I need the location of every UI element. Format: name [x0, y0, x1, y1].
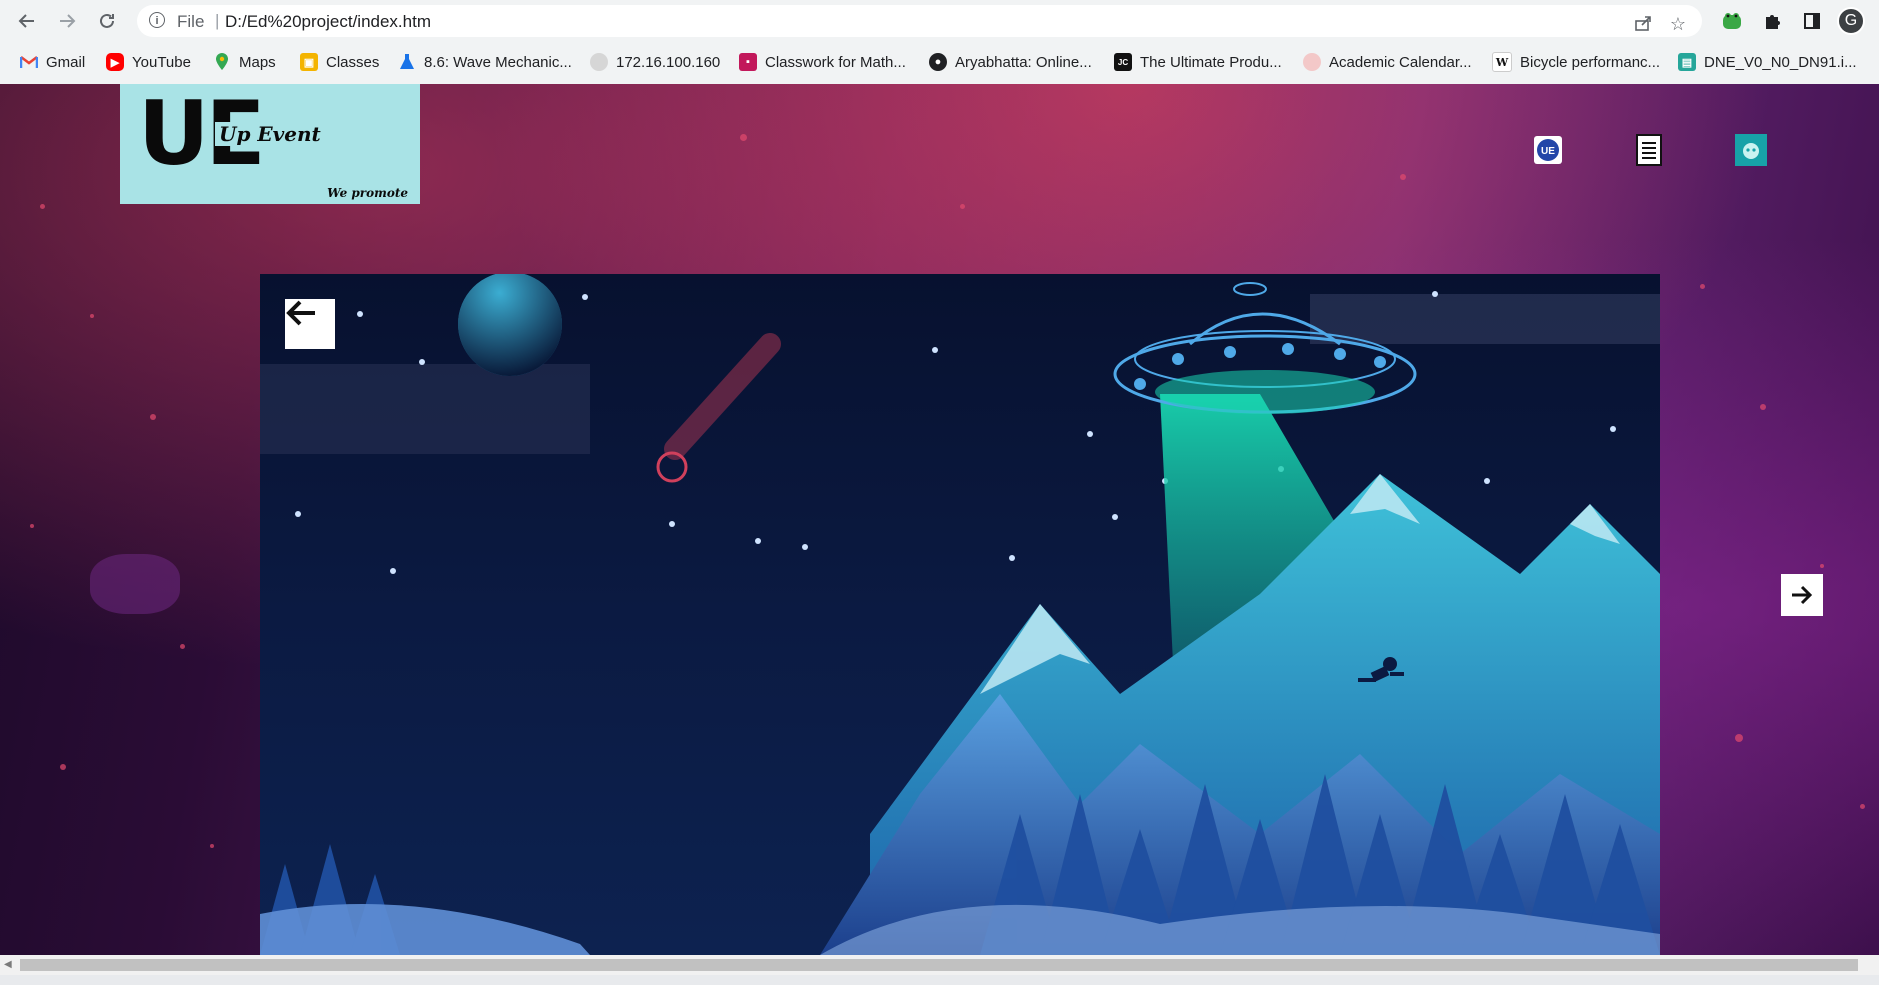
carousel-next-button[interactable]: [1781, 574, 1823, 616]
site-logo[interactable]: UE Up Event We promote: [120, 84, 420, 204]
background-speck: [1860, 804, 1865, 809]
bookmark-bicycle-performance[interactable]: W Bicycle performanc...: [1492, 51, 1660, 73]
svg-text:UE: UE: [1541, 146, 1555, 157]
background-speck: [740, 134, 747, 141]
star-icon[interactable]: ☆: [1667, 13, 1689, 35]
bookmark-gmail[interactable]: Gmail: [20, 51, 85, 73]
background-speck: [60, 764, 66, 770]
reload-icon[interactable]: [94, 8, 120, 34]
bookmark-dne-document[interactable]: ▤ DNE_V0_N0_DN91.i...: [1678, 51, 1857, 73]
frog-extension-icon[interactable]: [1719, 8, 1745, 34]
background-speck: [1820, 564, 1824, 568]
bookmark-aryabhatta[interactable]: ● Aryabhatta: Online...: [929, 51, 1092, 73]
logo-tagline: We promote: [327, 186, 408, 200]
side-panel-icon[interactable]: [1799, 8, 1825, 34]
background-speck: [960, 204, 965, 209]
bookmark-label: Academic Calendar...: [1329, 53, 1472, 71]
maps-icon: [213, 53, 231, 71]
share-icon[interactable]: [1632, 13, 1654, 35]
bookmark-academic-calendar[interactable]: Academic Calendar...: [1303, 51, 1472, 73]
bookmark-label: 172.16.100.160: [616, 53, 721, 71]
scrollbar-thumb[interactable]: [20, 959, 1858, 971]
bookmark-label: Aryabhatta: Online...: [955, 53, 1092, 71]
profile-avatar[interactable]: G: [1837, 7, 1865, 35]
address-bar[interactable]: i File | D:/Ed%20project/index.htm ☆: [137, 5, 1702, 37]
forward-arrow-icon[interactable]: [54, 8, 80, 34]
bookmark-label: 8.6: Wave Mechanic...: [424, 53, 572, 71]
bookmark-label: Bicycle performanc...: [1520, 53, 1661, 71]
bookmark-label: The Ultimate Produ...: [1140, 53, 1282, 71]
background-speck: [40, 204, 45, 209]
logo-name: Up Event: [215, 122, 325, 146]
classwork-icon: ▪: [739, 53, 757, 71]
puzzle-extension-icon[interactable]: [1759, 8, 1785, 34]
background-speck: [1400, 174, 1406, 180]
url-text[interactable]: D:/Ed%20project/index.htm: [225, 12, 431, 32]
scroll-left-icon[interactable]: ◀: [4, 959, 12, 970]
page-content: UE Up Event We promote UE: [0, 84, 1879, 955]
window-bottom-edge: [0, 975, 1879, 985]
bookmark-wave-mechanics[interactable]: 8.6: Wave Mechanic...: [398, 51, 572, 73]
info-icon[interactable]: i: [149, 12, 165, 28]
bookmark-label: YouTube: [132, 53, 191, 71]
classroom-icon: ▣: [300, 53, 318, 71]
calendar-seal-icon: [1303, 53, 1321, 71]
arrow-right-icon: [1792, 585, 1813, 605]
bookmark-youtube[interactable]: ▶ YouTube: [106, 51, 191, 73]
background-speck: [30, 524, 34, 528]
bookmark-label: DNE_V0_N0_DN91.i...: [1704, 53, 1857, 71]
bookmark-classwork-math[interactable]: ▪ Classwork for Math...: [739, 51, 906, 73]
bookmark-label: Classwork for Math...: [765, 53, 906, 71]
gmail-icon: [20, 53, 38, 71]
bookmark-label: Gmail: [46, 53, 86, 71]
background-speck: [210, 844, 214, 848]
url-separator: |: [215, 11, 220, 30]
ufo-mountain-illustration: [260, 274, 1660, 955]
bookmark-ip-address[interactable]: 172.16.100.160: [590, 51, 720, 73]
background-speck: [1760, 404, 1766, 410]
flask-icon: [398, 53, 416, 71]
youtube-icon: ▶: [106, 53, 124, 71]
url-scheme: File: [177, 12, 205, 31]
document-list-icon[interactable]: [1633, 134, 1665, 166]
arrow-left-icon: [286, 300, 315, 326]
background-speck: [90, 314, 94, 318]
globe-icon: ●: [929, 53, 947, 71]
browser-toolbar: i File | D:/Ed%20project/index.htm ☆ G: [0, 0, 1879, 41]
carousel-prev-button[interactable]: [285, 299, 335, 349]
background-speck: [1735, 734, 1743, 742]
jc-icon: JC: [1114, 53, 1132, 71]
bookmark-ultimate-productivity[interactable]: JC The Ultimate Produ...: [1114, 51, 1282, 73]
bookmark-classes[interactable]: ▣ Classes: [300, 51, 379, 73]
bookmark-maps[interactable]: Maps: [213, 51, 276, 73]
carousel-slide: [260, 274, 1660, 955]
wikipedia-icon: W: [1492, 52, 1512, 72]
horizontal-scrollbar[interactable]: ◀: [0, 955, 1879, 975]
bookmarks-bar: Gmail ▶ YouTube Maps ▣ Classes 8.6: Wave M…: [0, 41, 1879, 85]
document-icon: ▤: [1678, 53, 1696, 71]
previous-slide-thumbnail: [90, 554, 180, 614]
bookmark-label: Maps: [239, 53, 276, 71]
robot-icon[interactable]: [1735, 134, 1767, 166]
bookmark-label: Classes: [326, 53, 380, 71]
background-speck: [1700, 284, 1705, 289]
background-speck: [150, 414, 156, 420]
background-speck: [180, 644, 185, 649]
seal-icon: [590, 53, 608, 71]
ue-badge-icon[interactable]: UE: [1532, 134, 1564, 166]
back-arrow-icon[interactable]: [14, 8, 40, 34]
